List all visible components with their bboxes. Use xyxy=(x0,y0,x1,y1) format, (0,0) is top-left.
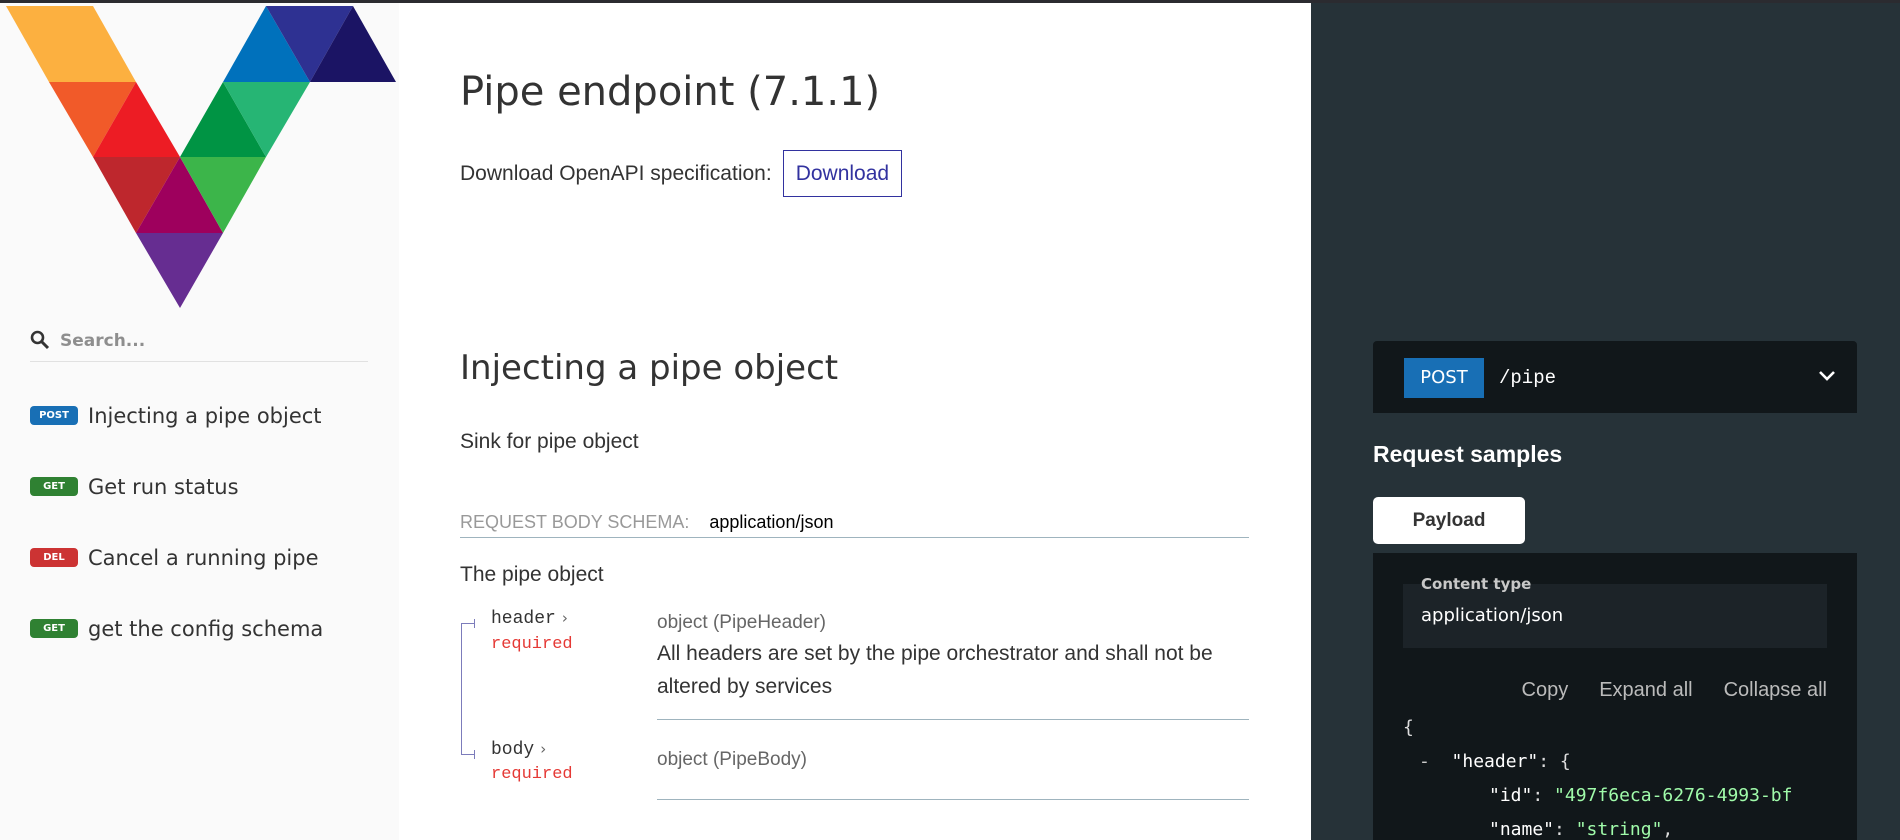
collapse-toggle[interactable]: - xyxy=(1419,751,1430,772)
collapse-all-button[interactable]: Collapse all xyxy=(1724,679,1827,702)
tree-cap xyxy=(474,750,475,759)
method-badge: DEL xyxy=(30,548,78,567)
chevron-down-icon xyxy=(1819,371,1835,381)
content-type-value[interactable]: application/json xyxy=(1421,605,1563,626)
code-line: "id": "497f6eca-6276-4993-bf xyxy=(1489,785,1793,806)
search-input[interactable] xyxy=(60,326,360,356)
code-brace: { xyxy=(1403,717,1414,738)
chevron-right-icon: › xyxy=(561,609,568,627)
code-line: { xyxy=(1403,717,1414,738)
tab-payload[interactable]: Payload xyxy=(1373,497,1525,544)
endpoint-method-badge: POST xyxy=(1404,358,1484,398)
sidebar-item-injecting-pipe-object[interactable]: POST Injecting a pipe object xyxy=(0,380,399,451)
property-type: object (PipeBody) xyxy=(657,749,807,770)
schema-content-type: application/json xyxy=(709,512,834,532)
download-label: Download OpenAPI specification: xyxy=(460,161,772,185)
expand-all-button[interactable]: Expand all xyxy=(1599,679,1692,702)
tree-tick xyxy=(461,623,475,624)
main-content: Pipe endpoint (7.1.1) Download OpenAPI s… xyxy=(399,3,1311,840)
operation-title: Injecting a pipe object xyxy=(460,348,839,388)
code-key: "name" xyxy=(1489,819,1555,840)
code-string: "string" xyxy=(1575,819,1663,840)
sidebar-item-get-run-status[interactable]: GET Get run status xyxy=(0,451,399,522)
download-button[interactable]: Download xyxy=(782,150,903,197)
required-label: required xyxy=(491,765,573,784)
sidebar: POST Injecting a pipe object GET Get run… xyxy=(0,0,399,840)
tree-line xyxy=(461,623,462,754)
tree-cap xyxy=(474,619,475,628)
logo-icon xyxy=(6,6,396,308)
method-badge: GET xyxy=(30,619,78,638)
window-top-bar xyxy=(0,0,1900,3)
tree-tick xyxy=(461,754,475,755)
method-badge: GET xyxy=(30,477,78,496)
schema-label: REQUEST BODY SCHEMA: xyxy=(460,512,690,532)
property-type: object (PipeHeader) xyxy=(657,612,826,633)
code-line: - "header": { xyxy=(1419,751,1571,772)
property-description: All headers are set by the pipe orchestr… xyxy=(657,642,1213,698)
method-badge: POST xyxy=(30,406,78,425)
required-label: required xyxy=(491,635,573,654)
request-samples-title: Request samples xyxy=(1373,441,1563,467)
code-brace: { xyxy=(1559,751,1571,772)
property-name: body xyxy=(491,740,535,760)
sidebar-item-get-config-schema[interactable]: GET get the config schema xyxy=(0,593,399,664)
code-key: "id" xyxy=(1489,785,1533,806)
code-key: "header" xyxy=(1451,751,1539,772)
divider xyxy=(657,799,1249,800)
divider xyxy=(657,719,1249,720)
property-body[interactable]: body › xyxy=(491,740,546,760)
sidebar-item-cancel-running-pipe[interactable]: DEL Cancel a running pipe xyxy=(0,522,399,593)
copy-button[interactable]: Copy xyxy=(1522,679,1569,702)
download-row: Download OpenAPI specification: Download xyxy=(460,150,903,197)
schema-description: The pipe object xyxy=(460,563,604,586)
search-icon xyxy=(30,330,50,350)
operation-description: Sink for pipe object xyxy=(460,430,639,453)
right-panel: POST /pipe Request samples Payload Conte… xyxy=(1311,3,1900,840)
property-header[interactable]: header › xyxy=(491,609,568,629)
request-body-schema-header: REQUEST BODY SCHEMA: application/json xyxy=(460,508,1249,538)
page-title: Pipe endpoint (7.1.1) xyxy=(460,69,881,115)
content-type-label: Content type xyxy=(1421,575,1532,593)
sidebar-item-label: Cancel a running pipe xyxy=(88,545,319,570)
sidebar-menu: POST Injecting a pipe object GET Get run… xyxy=(0,380,399,664)
sidebar-item-label: get the config schema xyxy=(88,616,324,641)
search-box xyxy=(30,326,368,362)
code-line: "name": "string", xyxy=(1489,819,1674,840)
sidebar-item-label: Injecting a pipe object xyxy=(88,403,322,428)
endpoint-selector[interactable]: POST /pipe xyxy=(1373,341,1857,413)
code-string: "497f6eca-6276-4993-bf xyxy=(1554,785,1793,806)
sidebar-item-label: Get run status xyxy=(88,474,239,499)
code-actions: Copy Expand all Collapse all xyxy=(1373,679,1828,702)
endpoint-path: /pipe xyxy=(1499,367,1557,389)
property-name: header xyxy=(491,609,556,629)
code-sample: Content type application/json Copy Expan… xyxy=(1373,553,1857,840)
chevron-right-icon: › xyxy=(540,740,547,758)
